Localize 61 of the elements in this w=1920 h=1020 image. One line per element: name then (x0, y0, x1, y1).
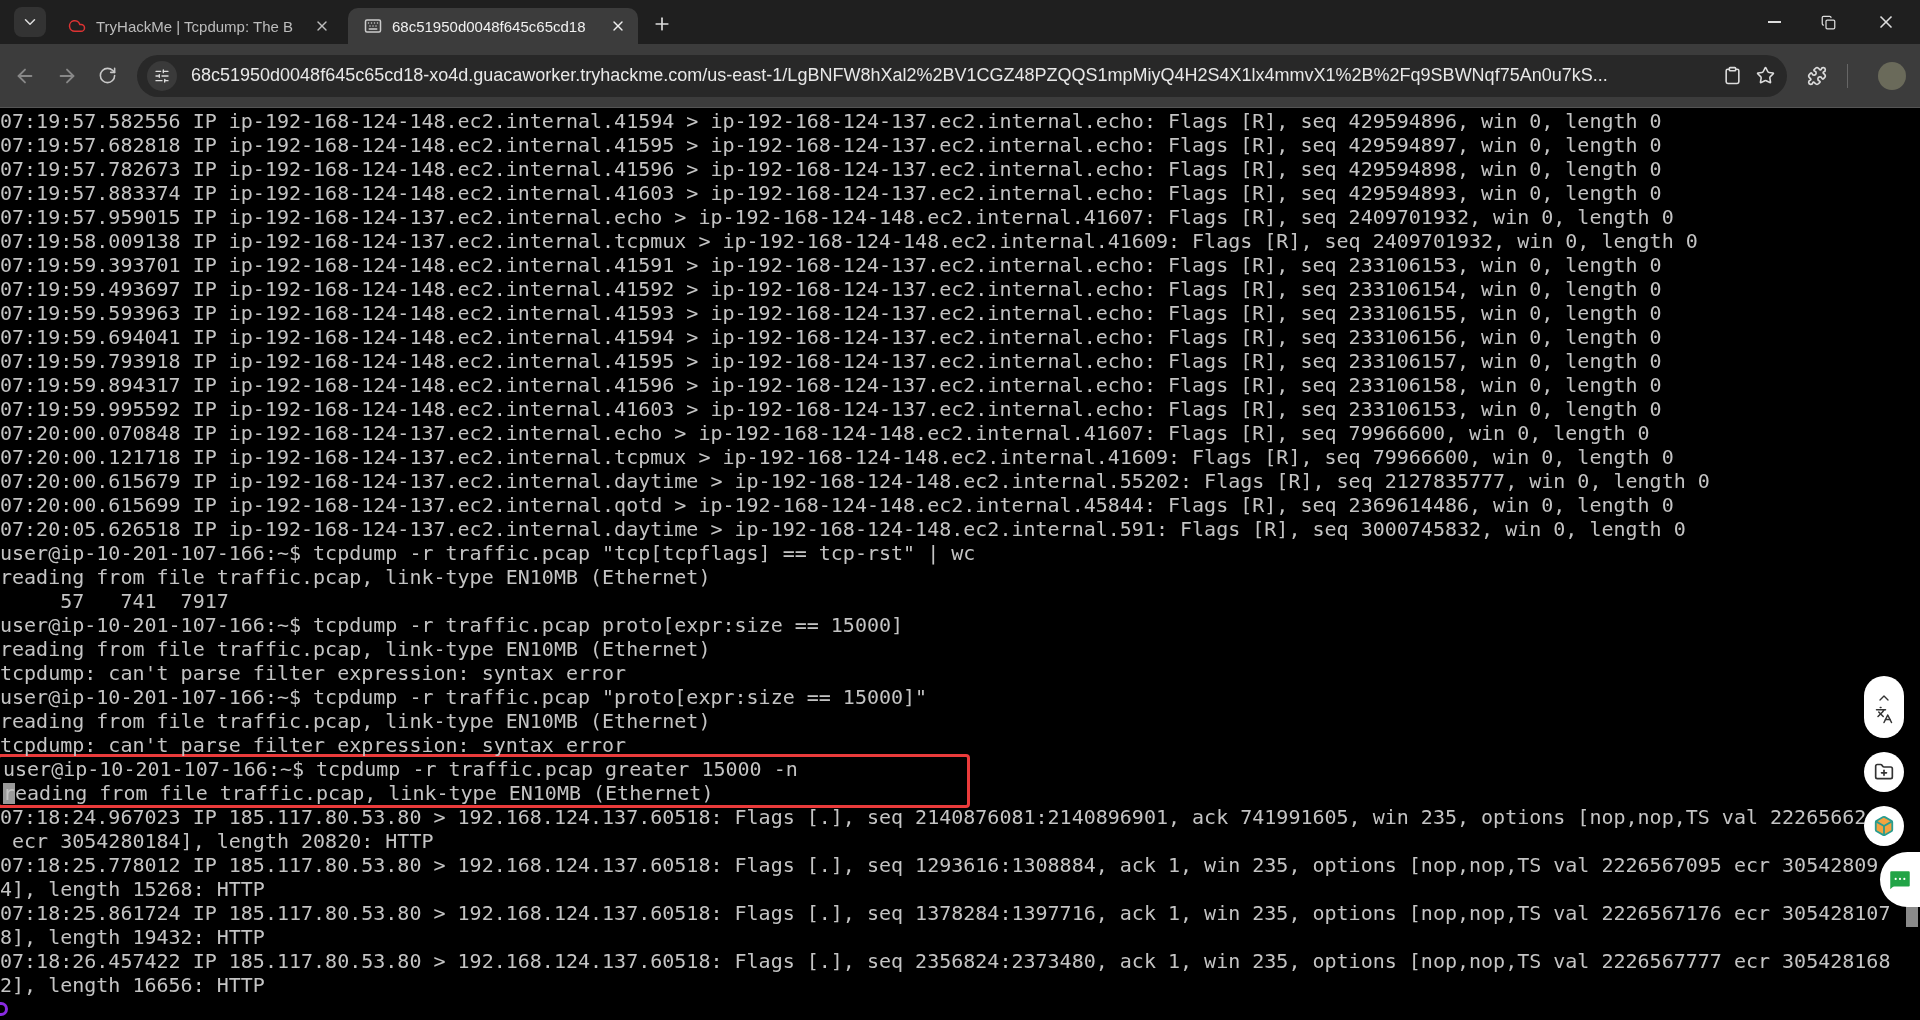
terminal-line: 07:20:00.615699 IP ip-192-168-124-137.ec2.internal.qotd > ip-192-168-124-148.ec2.internal.45844: Flags [R], seq 2369614486, win 0, length 0 (0, 493, 1674, 517)
restore-icon (1821, 14, 1836, 30)
cube-app-button[interactable] (1864, 806, 1904, 846)
chat-button[interactable] (1880, 852, 1920, 907)
terminal-line: 07:20:00.121718 IP ip-192-168-124-137.ec2.internal.tcpmux > ip-192-168-124-148.ec2.internal.41609: Flags [R], seq 79966600, win 0, length 0 (0, 445, 1674, 469)
folder-plus-icon (1874, 762, 1894, 782)
terminal-line: 07:19:59.894317 IP ip-192-168-124-148.ec2.internal.41596 > ip-192-168-124-137.ec2.internal.echo: Flags [R], seq 233106158, win 0, length 0 (0, 373, 1662, 397)
terminal-line: reading from file traffic.pcap, link-type EN10MB (Ethernet) (0, 637, 711, 661)
add-to-folder-button[interactable] (1864, 752, 1904, 792)
keyboard-icon (364, 17, 382, 35)
translate-icon (1875, 706, 1893, 724)
terminal-line: 57 741 7917 (59, 589, 229, 613)
browser-tab[interactable]: 68c51950d0048f645c65cd18 (348, 8, 638, 44)
terminal-line: reading from file traffic.pcap, link-type EN10MB (Ethernet) (0, 565, 711, 589)
scrollbar-thumb[interactable] (1906, 905, 1918, 927)
terminal-line: 07:18:25.861724 IP 185.117.80.53.80 > 192.168.124.137.60518: Flags [.], seq 1378284:1397716, ack 1, win 235, options [nop,nop,TS val 2226567176 ecr 305428107 (0, 901, 1891, 925)
reload-button[interactable] (98, 66, 117, 85)
terminal-line: user@ip-10-201-107-166:~$ tcpdump -r traffic.pcap "tcp[tcpflags] == tcp-rst" | wc (0, 541, 976, 565)
translate-button[interactable] (1864, 676, 1904, 738)
terminal-line: 07:19:57.682818 IP ip-192-168-124-148.ec2.internal.41595 > ip-192-168-124-137.ec2.internal.echo: Flags [R], seq 429594897, win 0, length 0 (0, 133, 1662, 157)
clipboard-icon[interactable] (1723, 66, 1742, 85)
terminal-line: 4], length 15268: HTTP (0, 877, 265, 901)
terminal-line: 07:20:05.626518 IP ip-192-168-124-137.ec2.internal.daytime > ip-192-168-124-148.ec2.internal.591: Flags [R], seq 3000745832, win 0, length 0 (0, 517, 1686, 541)
terminal-line: 07:19:57.883374 IP ip-192-168-124-148.ec2.internal.41603 > ip-192-168-124-137.ec2.internal.echo: Flags [R], seq 429594893, win 0, length 0 (0, 181, 1662, 205)
terminal-line: 07:19:59.694041 IP ip-192-168-124-148.ec2.internal.41594 > ip-192-168-124-137.ec2.internal.echo: Flags [R], seq 233106156, win 0, length 0 (0, 325, 1662, 349)
reload-icon (98, 66, 117, 85)
bookmark-star-icon[interactable] (1756, 66, 1775, 85)
terminal-line: reading from file traffic.pcap, link-type EN10MB (Ethernet) (0, 709, 711, 733)
sliders-icon (154, 67, 170, 84)
terminal-line: 07:19:58.009138 IP ip-192-168-124-137.ec2.internal.tcpmux > ip-192-168-124-148.ec2.internal.41609: Flags [R], seq 2409701932, win 0, length 0 (0, 229, 1698, 253)
cloud-icon (68, 17, 86, 35)
minimize-icon (1768, 21, 1781, 23)
terminal-line: tcpdump: can't parse filter expression: syntax error (0, 733, 627, 757)
terminal-line: 07:20:00.070848 IP ip-192-168-124-137.ec2.internal.echo > ip-192-168-124-148.ec2.internal.41607: Flags [R], seq 79966600, win 0, length 0 (0, 421, 1650, 445)
cube-icon (1873, 815, 1895, 837)
terminal-line: tcpdump: can't parse filter expression: syntax error (0, 661, 627, 685)
terminal-line: user@ip-10-201-107-166:~$ tcpdump -r traffic.pcap "proto[expr:size == 15000]" (0, 685, 928, 709)
terminal-line: 07:18:24.967023 IP 185.117.80.53.80 > 192.168.124.137.60518: Flags [.], seq 2140876081:2140896901, ack 741991605, win 235, options [nop,nop,TS val 22265662 (0, 805, 1867, 829)
terminal-line: 2], length 16656: HTTP (0, 973, 265, 997)
site-info-button[interactable] (147, 60, 177, 91)
terminal-line: ecr 3054280184], length 20820: HTTP (11, 829, 434, 853)
terminal-line: 07:19:59.593963 IP ip-192-168-124-148.ec2.internal.41593 > ip-192-168-124-137.ec2.internal.echo: Flags [R], seq 233106155, win 0, length 0 (0, 301, 1662, 325)
browser-tab[interactable]: TryHackMe | Tcpdump: The B (52, 8, 342, 44)
url-text: 68c51950d0048f645c65cd18-xo4d.guacaworker.tryhackme.com/us-east-1/LgBNFW8hXal2%2BV1CGZ48PZQQS1mpMiyQ4H2S4X1lx4mmvX1%2B%2Fq9SBWNqf75An0u7kS... (191, 65, 1609, 86)
terminal-line: 07:20:00.615679 IP ip-192-168-124-137.ec2.internal.daytime > ip-192-168-124-148.ec2.internal.55202: Flags [R], seq 2127835777, win 0, length 0 (0, 469, 1710, 493)
address-bar[interactable]: 68c51950d0048f645c65cd18-xo4d.guacaworker.tryhackme.com/us-east-1/LgBNFW8hXal2%2BV1CGZ48PZQQS1mpMiyQ4H2S4X1lx4mmvX1%2B%2Fq9SBWNqf75An0u7kS... (137, 54, 1787, 97)
terminal-line: 07:19:59.793918 IP ip-192-168-124-148.ec2.internal.41595 > ip-192-168-124-137.ec2.internal.echo: Flags [R], seq 233106157, win 0, length 0 (0, 349, 1662, 373)
terminal-line: 07:18:26.457422 IP 185.117.80.53.80 > 192.168.124.137.60518: Flags [.], seq 2356824:2373480, ack 1, win 235, options [nop,nop,TS val 2226567777 ecr 305428168 (0, 949, 1891, 973)
terminal-line: 07:19:57.782673 IP ip-192-168-124-148.ec2.internal.41596 > ip-192-168-124-137.ec2.internal.echo: Flags [R], seq 429594898, win 0, length 0 (0, 157, 1662, 181)
terminal-line: 07:19:59.393701 IP ip-192-168-124-148.ec2.internal.41591 > ip-192-168-124-137.ec2.internal.echo: Flags [R], seq 233106153, win 0, length 0 (0, 253, 1662, 277)
terminal-line: user@ip-10-201-107-166:~$ tcpdump -r traffic.pcap greater 15000 -n (3, 757, 798, 781)
terminal-line: user@ip-10-201-107-166:~$ tcpdump -r traffic.pcap proto[expr:size == 15000] (0, 613, 904, 637)
terminal-line: 8], length 19432: HTTP (0, 925, 265, 949)
terminal-line: 07:19:57.959015 IP ip-192-168-124-137.ec2.internal.echo > ip-192-168-124-148.ec2.internal.41607: Flags [R], seq 2409701932, win 0, length 0 (0, 205, 1674, 229)
terminal-line: 07:19:59.995592 IP ip-192-168-124-148.ec2.internal.41603 > ip-192-168-124-137.ec2.internal.echo: Flags [R], seq 233106153, win 0, length 0 (0, 397, 1662, 421)
terminal-line: 07:19:59.493697 IP ip-192-168-124-148.ec2.internal.41592 > ip-192-168-124-137.ec2.internal.echo: Flags [R], seq 233106154, win 0, length 0 (0, 277, 1662, 301)
terminal-line: 07:18:25.778012 IP 185.117.80.53.80 > 192.168.124.137.60518: Flags [.], seq 1293616:1308884, ack 1, win 235, options [nop,nop,TS val 2226567095 ecr 30542809 (0, 853, 1879, 877)
restore-button[interactable] (1821, 14, 1836, 30)
extensions-icon[interactable] (1807, 65, 1827, 86)
tab-search-button[interactable] (14, 7, 46, 37)
terminal-line: 07:19:57.582556 IP ip-192-168-124-148.ec2.internal.41594 > ip-192-168-124-137.ec2.internal.echo: Flags [R], seq 429594896, win 0, length 0 (0, 109, 1662, 133)
